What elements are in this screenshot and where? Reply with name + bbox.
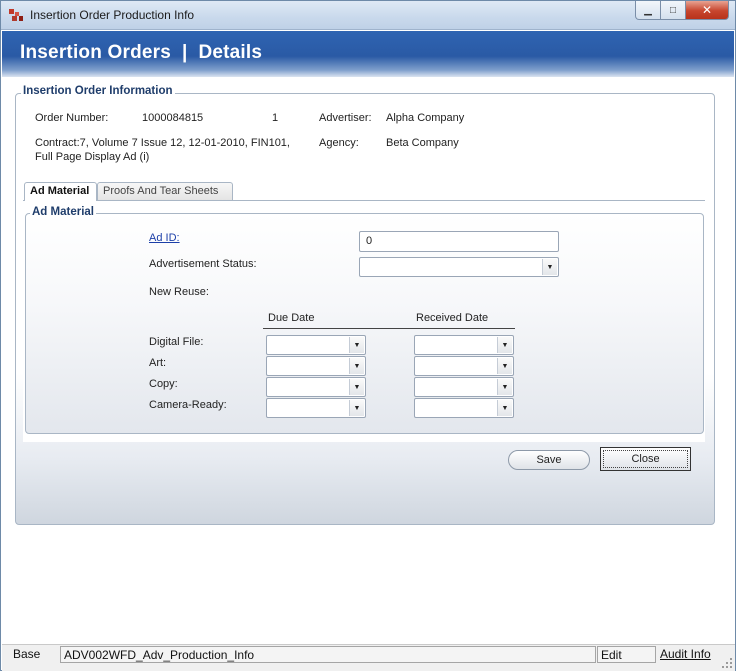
agency-value: Beta Company [386, 137, 459, 149]
new-reuse-label: New Reuse: [149, 286, 209, 298]
maximize-button[interactable]: □ [661, 1, 686, 20]
digital-file-received-date-picker[interactable]: ▼ [414, 335, 514, 355]
chevron-down-icon[interactable]: ▼ [349, 358, 364, 374]
close-icon: ✕ [701, 3, 713, 17]
art-label: Art: [149, 357, 167, 369]
insertion-order-info-legend: Insertion Order Information [21, 85, 175, 97]
advertisement-status-select[interactable]: ▼ [359, 257, 559, 277]
header-banner: Insertion Orders | Details [2, 31, 734, 77]
tab-proofs-and-tear-sheets[interactable]: Proofs And Tear Sheets [97, 182, 233, 200]
order-number-value: 1000084815 [142, 112, 204, 124]
title-bar[interactable]: Insertion Order Production Info ▁ □ ✕ [1, 1, 735, 30]
chevron-down-icon[interactable]: ▼ [349, 379, 364, 395]
advertisement-status-label: Advertisement Status: [149, 258, 257, 270]
ad-material-legend: Ad Material [30, 206, 96, 218]
status-state: Edit [597, 646, 656, 663]
order-sequence-value: 1 [272, 112, 279, 124]
camera-ready-received-date-picker[interactable]: ▼ [414, 398, 514, 418]
copy-due-date-picker[interactable]: ▼ [266, 377, 366, 397]
page-title: Insertion Orders | Details [20, 42, 263, 63]
app-window: Insertion Order Production Info ▁ □ ✕ In… [0, 0, 736, 671]
window-title: Insertion Order Production Info [30, 8, 195, 22]
contract-line-1: Contract:7, Volume 7 Issue 12, 12-01-201… [35, 137, 290, 149]
status-mode: Base [13, 647, 41, 661]
due-date-header: Due Date [268, 312, 315, 324]
minimize-icon: ▁ [644, 4, 652, 16]
audit-info-link[interactable]: Audit Info [657, 646, 714, 663]
tab-ad-material[interactable]: Ad Material [24, 182, 97, 201]
chevron-down-icon[interactable]: ▼ [497, 400, 512, 416]
camera-ready-due-date-picker[interactable]: ▼ [266, 398, 366, 418]
chevron-down-icon[interactable]: ▼ [497, 337, 512, 353]
close-button[interactable]: Close [600, 447, 691, 471]
copy-label: Copy: [149, 378, 178, 390]
ad-id-link[interactable]: Ad ID: [149, 232, 180, 244]
chevron-down-icon[interactable]: ▼ [349, 400, 364, 416]
order-number-label: Order Number: [35, 112, 109, 124]
advertiser-value: Alpha Company [386, 112, 465, 124]
minimize-button[interactable]: ▁ [635, 1, 661, 20]
maximize-icon: □ [669, 4, 677, 16]
chevron-down-icon[interactable]: ▼ [497, 358, 512, 374]
advertiser-label: Advertiser: [319, 112, 372, 124]
caption-buttons: ▁ □ ✕ [635, 1, 729, 21]
digital-file-label: Digital File: [149, 336, 204, 348]
art-received-date-picker[interactable]: ▼ [414, 356, 514, 376]
resize-grip-icon[interactable] [722, 658, 732, 668]
chevron-down-icon[interactable]: ▼ [349, 337, 364, 353]
camera-ready-label: Camera-Ready: [149, 399, 227, 411]
received-date-header: Received Date [416, 312, 489, 324]
close-button-label: Close [603, 450, 688, 468]
ad-id-input[interactable]: 0 [359, 231, 559, 252]
contract-line-2: Full Page Display Ad (i) [35, 151, 150, 163]
app-logo-icon [9, 9, 23, 21]
digital-file-due-date-picker[interactable]: ▼ [266, 335, 366, 355]
agency-label: Agency: [319, 137, 359, 149]
copy-received-date-picker[interactable]: ▼ [414, 377, 514, 397]
status-form-id: ADV002WFD_Adv_Production_Info [60, 646, 596, 663]
art-due-date-picker[interactable]: ▼ [266, 356, 366, 376]
date-columns-rule [263, 328, 515, 329]
close-window-button[interactable]: ✕ [686, 1, 729, 20]
chevron-down-icon[interactable]: ▼ [497, 379, 512, 395]
save-button[interactable]: Save [508, 450, 590, 470]
status-bar: Base ADV002WFD_Adv_Production_Info Edit … [2, 644, 735, 671]
chevron-down-icon[interactable]: ▼ [542, 259, 557, 275]
